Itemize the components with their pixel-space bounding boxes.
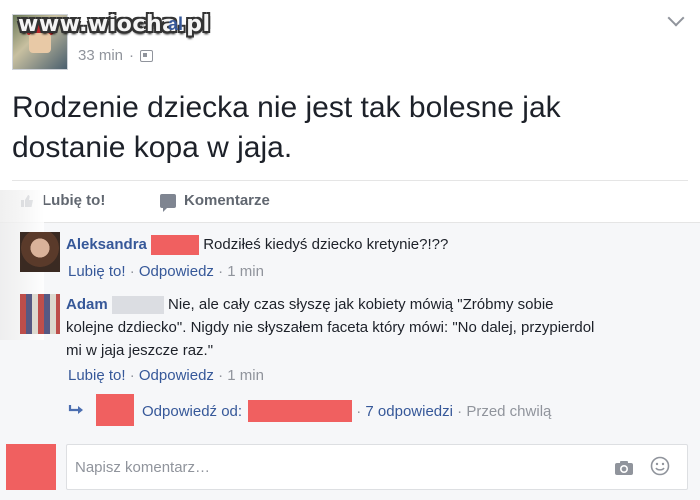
comment-input[interactable]	[66, 444, 688, 490]
comment-composer	[0, 442, 700, 500]
like-label: Lubię to!	[42, 192, 106, 209]
comment-body: Adam Nie, ale cały czas słyszę jak kobie…	[66, 294, 554, 316]
comment-footer: Lubię to! · Odpowiedz · 1 min	[68, 263, 264, 280]
comment-reply-link[interactable]: Odpowiedz	[139, 367, 214, 384]
comment-like-link[interactable]: Lubię to!	[68, 367, 126, 384]
post-text: Rodzenie dziecka nie jest tak bolesne ja…	[12, 91, 561, 164]
redacted-name	[151, 235, 200, 256]
comment-author[interactable]: Aleksandra	[66, 236, 147, 253]
dot-separator: ·	[452, 402, 467, 420]
emoji-icon[interactable]	[650, 456, 670, 476]
comment-time[interactable]: 1 min	[227, 367, 264, 384]
comment-label: Komentarze	[184, 192, 270, 209]
privacy-icon[interactable]	[140, 49, 154, 62]
redacted-name	[111, 296, 164, 315]
comment-text-line: Nie, ale cały czas słyszę jak kobiety mó…	[168, 296, 554, 313]
comment-author[interactable]: Adam	[66, 296, 108, 313]
dot-separator: ·	[218, 263, 228, 280]
dot-separator: ·	[129, 367, 139, 384]
dot-separator: ·	[129, 263, 139, 280]
comment-footer: Lubię to! · Odpowiedz · 1 min	[68, 367, 264, 384]
dot-separator: ·	[129, 47, 135, 64]
reply-arrow-icon	[68, 405, 83, 414]
replies-link[interactable]: Odpowiedź od: · 7 odpowiedzi · Przed chw…	[142, 400, 551, 422]
post-timestamp[interactable]: 33 min	[78, 47, 123, 64]
post-meta: 33 min ·	[78, 47, 154, 64]
replies-label: Odpowiedź od:	[142, 402, 243, 420]
replies-time: Przed chwilą	[466, 402, 552, 420]
post-actions: Lubię to! Komentarze	[0, 184, 700, 220]
comment-text-line: kolejne dzdiecko". Nigdy nie słyszałem f…	[66, 319, 595, 336]
comment-body: Aleksandra Rodziłeś kiedyś dziecko krety…	[66, 234, 448, 256]
comment-button[interactable]: Komentarze	[160, 192, 270, 212]
camera-icon[interactable]	[614, 460, 634, 476]
comment-text-line: mi w jaja jeszcze raz."	[66, 342, 214, 359]
redacted-name	[248, 400, 353, 422]
post-author-name[interactable]: al	[168, 14, 183, 35]
my-avatar[interactable]	[6, 444, 56, 490]
reply-avatar[interactable]	[96, 394, 134, 426]
post-header: www.wiocha.pl al 33 min ·	[0, 0, 700, 78]
comment-like-link[interactable]: Lubię to!	[68, 263, 126, 280]
comment-text: Rodziłeś kiedyś dziecko kretynie?!??	[203, 236, 449, 253]
comment-avatar-aleksandra[interactable]	[20, 232, 60, 272]
comment-reply-link[interactable]: Odpowiedz	[139, 263, 214, 280]
dot-separator: ·	[218, 367, 228, 384]
chevron-down-icon[interactable]	[667, 9, 685, 27]
divider	[12, 180, 688, 181]
comment-avatar-adam[interactable]	[20, 294, 60, 334]
dot-separator: ·	[352, 402, 366, 420]
replies-count[interactable]: 7 odpowiedzi	[365, 403, 453, 420]
comment-time[interactable]: 1 min	[227, 263, 264, 280]
comment-icon	[160, 193, 176, 212]
